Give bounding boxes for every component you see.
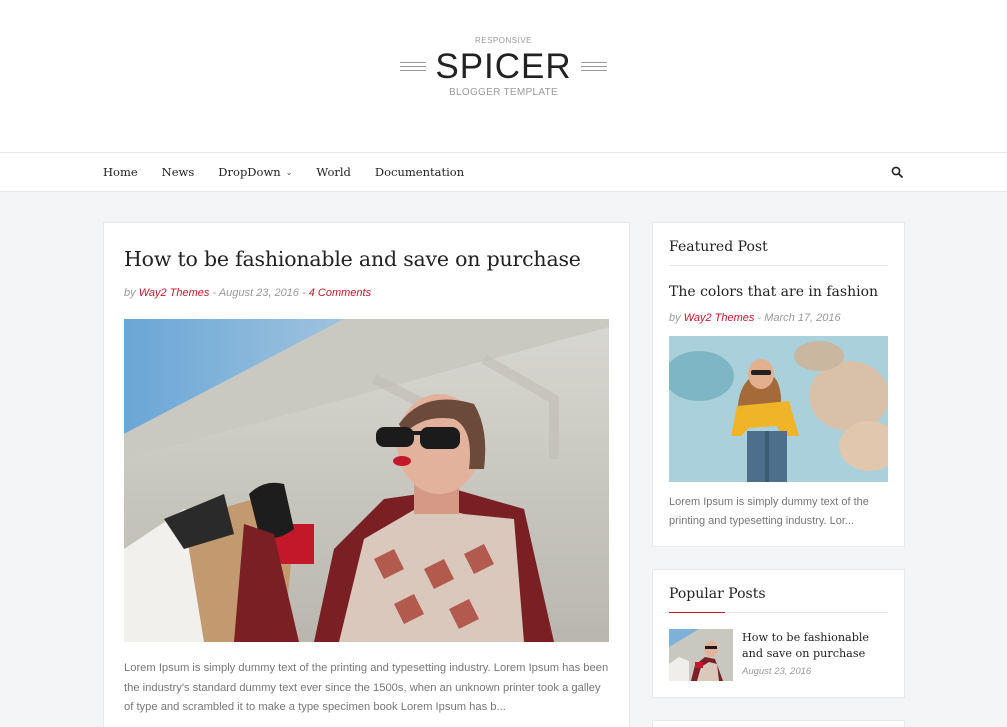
widget-title: Featured Post <box>669 239 768 255</box>
post-title[interactable]: How to be fashionable and save on purcha… <box>124 247 581 271</box>
widget-title: Popular Posts <box>669 586 766 602</box>
nav-item-label: News <box>161 165 195 179</box>
widget-divider <box>669 265 888 266</box>
popular-post-thumbnail[interactable] <box>669 629 733 681</box>
nav-item-label: DropDown <box>218 165 281 179</box>
post-comments-link[interactable]: 4 Comments <box>309 287 371 299</box>
featured-post-excerpt: Lorem Ipsum is simply dummy text of the … <box>669 496 869 527</box>
nav-item-news[interactable]: News <box>162 165 195 179</box>
logo-right-lines <box>581 62 607 74</box>
chevron-down-icon: ⌄ <box>285 167 293 177</box>
widget-divider <box>669 612 888 613</box>
featured-post-meta: by Way2 Themes - March 17, 2016 <box>669 312 841 324</box>
logo-left-lines <box>400 62 426 74</box>
meta-separator: - <box>212 287 217 299</box>
nav-item-label: Home <box>103 165 138 179</box>
popular-post-date: August 23, 2016 <box>742 666 812 677</box>
featured-post-image[interactable] <box>669 336 888 482</box>
featured-post-title[interactable]: The colors that are in fashion <box>669 284 878 300</box>
site-logo[interactable]: RESPONSIVE SPICER BLOGGER TEMPLATE <box>400 36 607 110</box>
meta-separator: - <box>301 287 306 299</box>
post-author-link[interactable]: Way2 Themes <box>139 287 210 299</box>
nav-item-documentation[interactable]: Documentation <box>375 165 464 179</box>
featured-post-widget: Featured Post The colors that are in fas… <box>652 222 905 547</box>
post-excerpt: Lorem Ipsum is simply dummy text of the … <box>124 662 609 713</box>
nav-item-home[interactable]: Home <box>103 165 138 179</box>
popular-posts-widget: Popular Posts How to be fashionable and … <box>652 569 905 698</box>
post-image[interactable] <box>124 319 609 642</box>
logo-subtitle: BLOGGER TEMPLATE <box>449 87 558 98</box>
post-card: How to be fashionable and save on purcha… <box>103 222 630 727</box>
widget-title-accent <box>669 612 725 613</box>
post-meta-by: by <box>124 287 136 299</box>
featured-author-link[interactable]: Way2 Themes <box>684 312 755 324</box>
main-nav: Home News DropDown ⌄ World Documentation <box>0 152 1007 192</box>
logo-title: SPICER <box>435 47 572 86</box>
post-date: August 23, 2016 <box>218 287 299 299</box>
nav-item-dropdown[interactable]: DropDown ⌄ <box>218 165 292 179</box>
featured-meta-by: by <box>669 312 681 324</box>
popular-post-title[interactable]: How to be fashionable and save on purcha… <box>742 630 892 662</box>
nav-menu: Home News DropDown ⌄ World Documentation <box>103 153 488 191</box>
nav-item-label: World <box>316 165 351 179</box>
search-icon[interactable] <box>891 166 903 178</box>
featured-post-date: March 17, 2016 <box>764 312 841 324</box>
nav-item-world[interactable]: World <box>316 165 351 179</box>
site-header: RESPONSIVE SPICER BLOGGER TEMPLATE <box>0 0 1007 152</box>
next-widget <box>652 720 905 727</box>
meta-separator: - <box>757 312 762 324</box>
nav-item-label: Documentation <box>374 165 465 179</box>
post-meta: by Way2 Themes - August 23, 2016 - 4 Com… <box>124 287 371 299</box>
logo-tagline: RESPONSIVE <box>474 36 532 45</box>
